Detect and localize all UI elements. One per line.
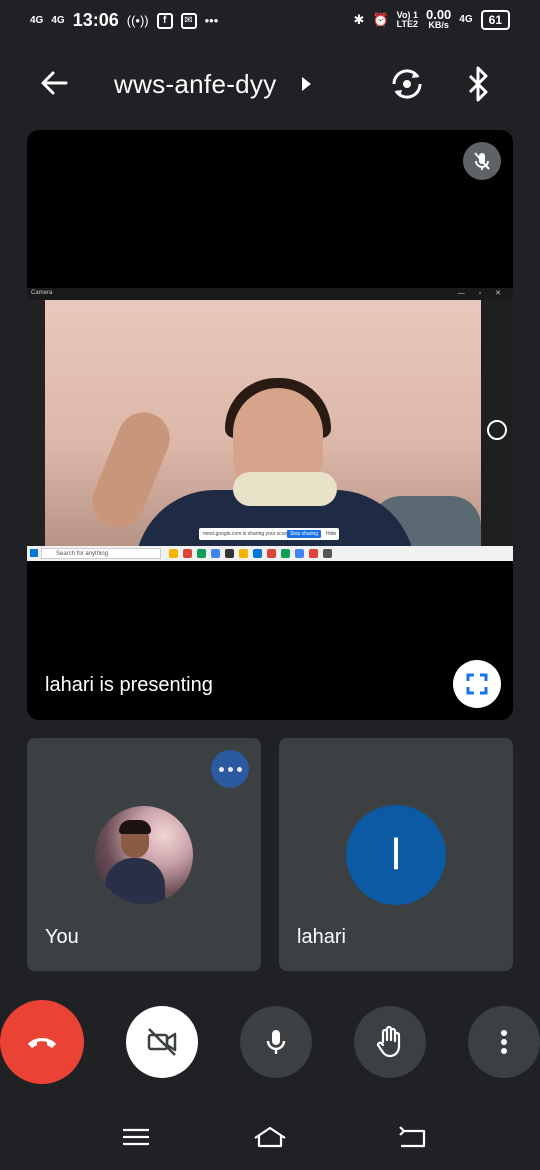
camera-shutter-icon: [487, 420, 507, 440]
avatar: [95, 806, 193, 904]
presenting-label: lahari is presenting: [45, 674, 213, 696]
taskbar-app-icon: [253, 549, 262, 558]
hangup-button[interactable]: [0, 1000, 84, 1084]
back-nav-icon: [399, 1126, 426, 1148]
taskbar-app-icon: [211, 549, 220, 558]
network-speed: 0.00 KB/s: [425, 7, 452, 30]
neck-collar: [233, 472, 337, 506]
back-nav-button[interactable]: [394, 1122, 430, 1152]
caret-right-icon[interactable]: [302, 77, 311, 91]
microphone-button[interactable]: [240, 1006, 312, 1078]
bluetooth-status-icon: ✱: [353, 12, 365, 27]
mic-icon: [266, 1030, 286, 1054]
mail-icon: ✉: [180, 12, 197, 29]
presentation-view: Camera — ▫ ✕ meet.google.com is sharing …: [27, 130, 513, 720]
camera-preview: [45, 300, 481, 546]
shared-screen: Camera — ▫ ✕ meet.google.com is sharing …: [27, 288, 513, 561]
windows-start-icon: [30, 549, 38, 557]
taskbar-apps: [169, 549, 379, 558]
screen-share-banner: meet.google.com is sharing your screen. …: [199, 528, 339, 540]
more-vertical-icon: [501, 1030, 507, 1054]
network-indicator-3: 4G: [459, 14, 473, 25]
taskbar-app-icon: [169, 549, 178, 558]
top-bar: wws-anfe-dyy: [0, 55, 540, 115]
taskbar-app-icon: [267, 549, 276, 558]
taskbar-app-icon: [239, 549, 248, 558]
mic-off-icon: [474, 152, 490, 170]
taskbar-app-icon: [295, 549, 304, 558]
taskbar-app-icon: [197, 549, 206, 558]
more-options-button[interactable]: [468, 1006, 540, 1078]
bluetooth-button[interactable]: [462, 65, 496, 103]
taskbar-search: Search for anything: [41, 548, 161, 559]
participant-name: lahari: [297, 926, 346, 948]
camera-toggle-button[interactable]: [126, 1006, 198, 1078]
facebook-icon: f: [156, 12, 173, 29]
stop-sharing-button: Stop sharing: [287, 530, 321, 538]
back-button[interactable]: [36, 65, 72, 101]
hotspot-icon: ((•)): [126, 13, 149, 28]
taskbar-app-icon: [309, 549, 318, 558]
more-notifications-icon: •••: [204, 13, 219, 28]
home-icon: [254, 1126, 286, 1148]
home-button[interactable]: [252, 1122, 288, 1152]
menu-icon: [123, 1128, 149, 1146]
switch-camera-button[interactable]: [388, 65, 426, 103]
status-bar: 4G 4G 13:06 ((•)) f ✉ ••• ✱ ⏰ Vo) 1 LTE2…: [0, 0, 540, 40]
taskbar-app-icon: [281, 549, 290, 558]
hide-button: Hide: [326, 531, 337, 537]
recent-apps-button[interactable]: [118, 1122, 154, 1152]
hand-icon: [376, 1025, 401, 1058]
switch-camera-icon: [392, 69, 422, 99]
fullscreen-button[interactable]: [453, 660, 501, 708]
camera-right-toolbar: [481, 300, 513, 546]
taskbar-app-icon: [323, 549, 332, 558]
clock: 13:06: [72, 10, 119, 30]
battery-indicator: 61: [480, 10, 510, 30]
tile-more-options-button[interactable]: [211, 750, 249, 788]
presenter-muted-indicator: [463, 142, 501, 180]
participant-tile-you[interactable]: You: [27, 738, 261, 971]
participant-tile-lahari[interactable]: l lahari: [279, 738, 513, 971]
network-indicator-1: 4G: [30, 14, 44, 26]
bluetooth-icon: [468, 66, 488, 102]
phone-hangup-icon: [28, 1038, 56, 1048]
fullscreen-icon: [466, 673, 488, 695]
camera-left-toolbar: [27, 300, 45, 546]
avatar: l: [346, 805, 446, 905]
camera-app-title: Camera: [31, 290, 53, 296]
meeting-code[interactable]: wws-anfe-dyy: [114, 69, 277, 100]
system-navigation-bar: [0, 1108, 540, 1170]
taskbar-app-icon: [183, 549, 192, 558]
arrow-left-icon: [41, 71, 68, 95]
taskbar-app-icon: [225, 549, 234, 558]
volte-indicator: Vo) 1 LTE2: [396, 10, 418, 29]
video-off-icon: [147, 1028, 177, 1056]
raise-hand-button[interactable]: [354, 1006, 426, 1078]
dot-icon: [227, 766, 233, 772]
alarm-icon: ⏰: [372, 12, 389, 27]
dot-icon: [218, 766, 224, 772]
dot-icon: [236, 766, 242, 772]
network-indicator-2: 4G: [51, 14, 65, 26]
participant-name: You: [45, 926, 79, 948]
window-controls: — ▫ ✕: [457, 290, 507, 297]
windows-taskbar: Search for anything: [27, 546, 513, 561]
call-controls: [0, 998, 540, 1084]
